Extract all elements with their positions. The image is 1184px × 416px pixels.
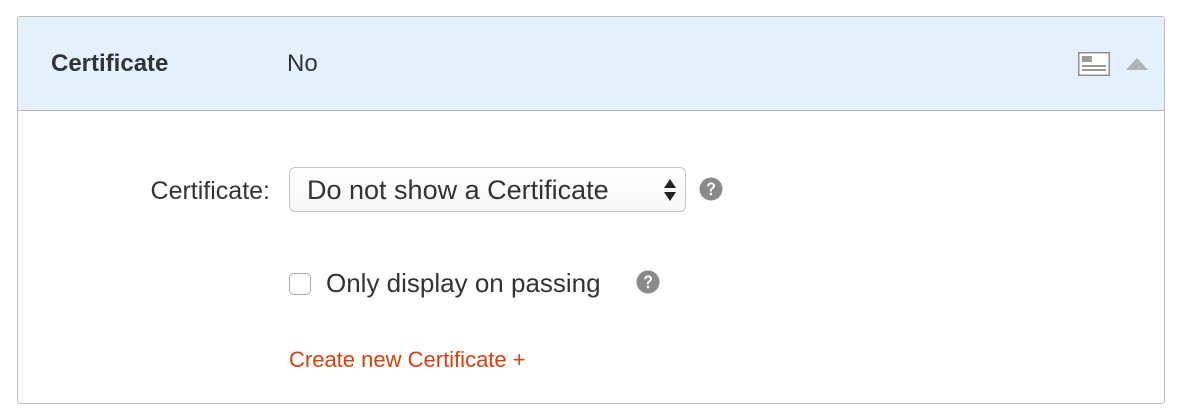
create-certificate-link[interactable]: Create new Certificate + bbox=[289, 346, 526, 374]
settings-card-icon[interactable] bbox=[1078, 52, 1110, 76]
only-on-passing-label[interactable]: Only display on passing bbox=[326, 267, 601, 299]
panel-summary-value: No bbox=[287, 50, 318, 77]
panel-header[interactable]: Certificate No bbox=[18, 17, 1164, 111]
certificate-panel: Certificate No Certificate: Do not show … bbox=[17, 16, 1165, 404]
select-arrows-icon bbox=[663, 178, 677, 202]
certificate-select-value: Do not show a Certificate bbox=[307, 175, 609, 205]
collapse-triangle-icon[interactable] bbox=[1125, 57, 1149, 71]
passing-help-icon[interactable] bbox=[636, 270, 660, 294]
certificate-select[interactable]: Do not show a Certificate bbox=[289, 167, 686, 212]
panel-title: Certificate bbox=[51, 50, 169, 77]
only-on-passing-checkbox[interactable] bbox=[289, 273, 311, 295]
certificate-help-icon[interactable] bbox=[699, 177, 723, 201]
certificate-field-label: Certificate: bbox=[150, 177, 270, 205]
